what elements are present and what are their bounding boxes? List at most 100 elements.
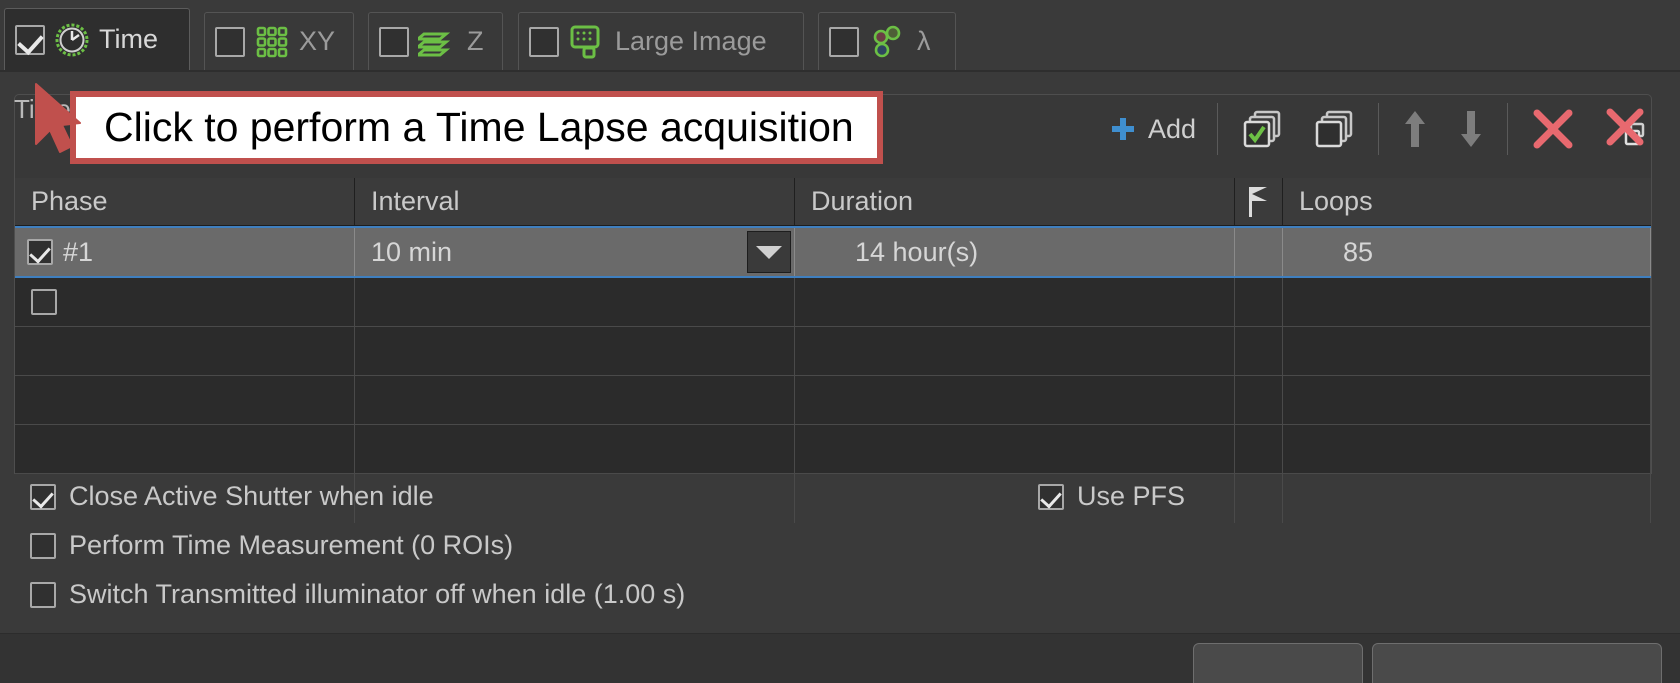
remove-all-button[interactable]	[1590, 98, 1668, 160]
row-enable-checkbox[interactable]	[27, 239, 53, 265]
footer-button-left[interactable]	[1193, 643, 1363, 683]
cell-flag[interactable]	[1235, 474, 1283, 523]
cell-duration[interactable]	[795, 425, 1235, 473]
tab-lambda-label: λ	[917, 26, 931, 56]
arrow-up-icon	[1400, 107, 1430, 151]
tabbar-underline	[0, 70, 1680, 72]
cell-loops[interactable]	[1283, 474, 1651, 523]
acquisition-tabbar: Time XY Z Large Image λ	[0, 0, 1680, 72]
tooltip: Click to perform a Time Lapse acquisitio…	[70, 91, 883, 164]
lambda-icon	[868, 23, 908, 61]
flag-icon	[1248, 186, 1269, 217]
add-button-label: Add	[1147, 113, 1196, 144]
tab-large-image[interactable]: Large Image	[518, 12, 804, 70]
cell-phase[interactable]	[15, 327, 355, 375]
table-row[interactable]	[15, 425, 1651, 474]
move-up-button[interactable]	[1387, 98, 1443, 160]
remove-x-icon	[1529, 105, 1577, 153]
cell-duration[interactable]: 14 hour(s)	[795, 228, 1235, 276]
option-use-pfs[interactable]: Use PFS	[1038, 481, 1185, 512]
tab-large-image-label: Large Image	[615, 26, 767, 56]
cell-phase-value: #1	[63, 236, 94, 267]
cell-duration[interactable]	[795, 278, 1235, 326]
footer-button-right[interactable]	[1372, 643, 1662, 683]
cell-duration[interactable]	[795, 327, 1235, 375]
cell-flag[interactable]	[1235, 278, 1283, 326]
option-switch-transmitted-illuminator[interactable]: Switch Transmitted illuminator off when …	[30, 579, 685, 610]
column-header-interval[interactable]: Interval	[355, 178, 795, 225]
tab-lambda-checkbox[interactable]	[829, 26, 859, 57]
column-header-duration[interactable]: Duration	[795, 178, 1235, 225]
option-close-active-shutter[interactable]: Close Active Shutter when idle	[30, 481, 434, 512]
perform-time-measurement-checkbox[interactable]	[30, 532, 56, 559]
check-all-button[interactable]	[1226, 98, 1298, 160]
tab-large-image-checkbox[interactable]	[529, 26, 559, 57]
interval-dropdown-arrow[interactable]	[747, 231, 791, 273]
cell-loops[interactable]	[1283, 278, 1651, 326]
tab-time-label: Time	[99, 24, 158, 54]
arrow-down-icon	[1456, 107, 1486, 151]
table-row[interactable]	[15, 376, 1651, 425]
tab-xy-label: XY	[299, 26, 336, 56]
close-active-shutter-checkbox[interactable]	[30, 483, 56, 510]
tooltip-text: Click to perform a Time Lapse acquisitio…	[104, 104, 854, 150]
cell-loops[interactable]	[1283, 425, 1651, 473]
footer-bar	[0, 634, 1680, 683]
option-perform-time-measurement[interactable]: Perform Time Measurement (0 ROIs)	[30, 530, 513, 561]
table-row[interactable]	[15, 278, 1651, 327]
switch-transmitted-illuminator-label: Switch Transmitted illuminator off when …	[69, 579, 686, 609]
remove-button[interactable]	[1516, 98, 1590, 160]
tab-z-checkbox[interactable]	[379, 26, 409, 57]
mouse-cursor-arrow	[30, 82, 88, 165]
cell-loops[interactable]	[1283, 327, 1651, 375]
uncheck-all-pages-icon	[1311, 106, 1357, 152]
plus-icon	[1108, 114, 1138, 144]
cell-interval-value: 10 min	[371, 236, 453, 267]
cell-duration[interactable]	[795, 376, 1235, 424]
tab-time-checkbox[interactable]	[15, 24, 45, 55]
switch-transmitted-illuminator-checkbox[interactable]	[30, 581, 56, 608]
tab-lambda[interactable]: λ	[818, 12, 956, 70]
cell-flag[interactable]	[1235, 327, 1283, 375]
remove-all-x-icon	[1603, 104, 1655, 154]
cell-phase[interactable]	[15, 278, 355, 326]
tab-z[interactable]: Z	[368, 12, 503, 70]
column-header-loops[interactable]: Loops	[1283, 178, 1651, 225]
toolbar-buttons: Add	[1095, 96, 1668, 162]
column-header-flag[interactable]	[1235, 178, 1283, 225]
check-all-pages-icon	[1239, 106, 1285, 152]
cell-loops[interactable]: 85	[1283, 228, 1651, 276]
cell-interval[interactable]	[355, 425, 795, 473]
cell-interval[interactable]	[355, 278, 795, 326]
toolbar-separator-3	[1507, 103, 1508, 155]
z-stack-icon	[418, 24, 458, 60]
cell-duration-value: 14 hour(s)	[855, 236, 979, 267]
cell-interval[interactable]: 10 min	[355, 228, 795, 276]
cell-flag[interactable]	[1235, 425, 1283, 473]
cell-interval[interactable]	[355, 327, 795, 375]
cell-phase[interactable]	[15, 425, 355, 473]
cell-interval[interactable]	[355, 376, 795, 424]
clock-icon	[54, 22, 90, 58]
tab-xy-checkbox[interactable]	[215, 26, 245, 57]
table-header-row: Phase Interval Duration Loops	[15, 178, 1651, 226]
row-enable-checkbox[interactable]	[31, 289, 57, 315]
cell-flag[interactable]	[1235, 376, 1283, 424]
table-row[interactable]: #1 10 min 14 hour(s) 85	[15, 226, 1651, 278]
use-pfs-checkbox[interactable]	[1038, 483, 1064, 510]
add-button[interactable]: Add	[1095, 98, 1209, 160]
uncheck-all-button[interactable]	[1298, 98, 1370, 160]
move-down-button[interactable]	[1443, 98, 1499, 160]
close-active-shutter-label: Close Active Shutter when idle	[69, 481, 434, 511]
cell-phase[interactable]: #1	[15, 228, 355, 276]
toolbar-separator-2	[1378, 103, 1379, 155]
large-image-icon	[568, 23, 606, 61]
column-header-phase[interactable]: Phase	[15, 178, 355, 225]
cell-phase[interactable]	[15, 376, 355, 424]
table-row[interactable]	[15, 327, 1651, 376]
cell-loops[interactable]	[1283, 376, 1651, 424]
tab-time[interactable]: Time	[4, 8, 190, 70]
tab-xy[interactable]: XY	[204, 12, 354, 70]
toolbar-separator-1	[1217, 103, 1218, 155]
cell-flag[interactable]	[1235, 228, 1283, 276]
